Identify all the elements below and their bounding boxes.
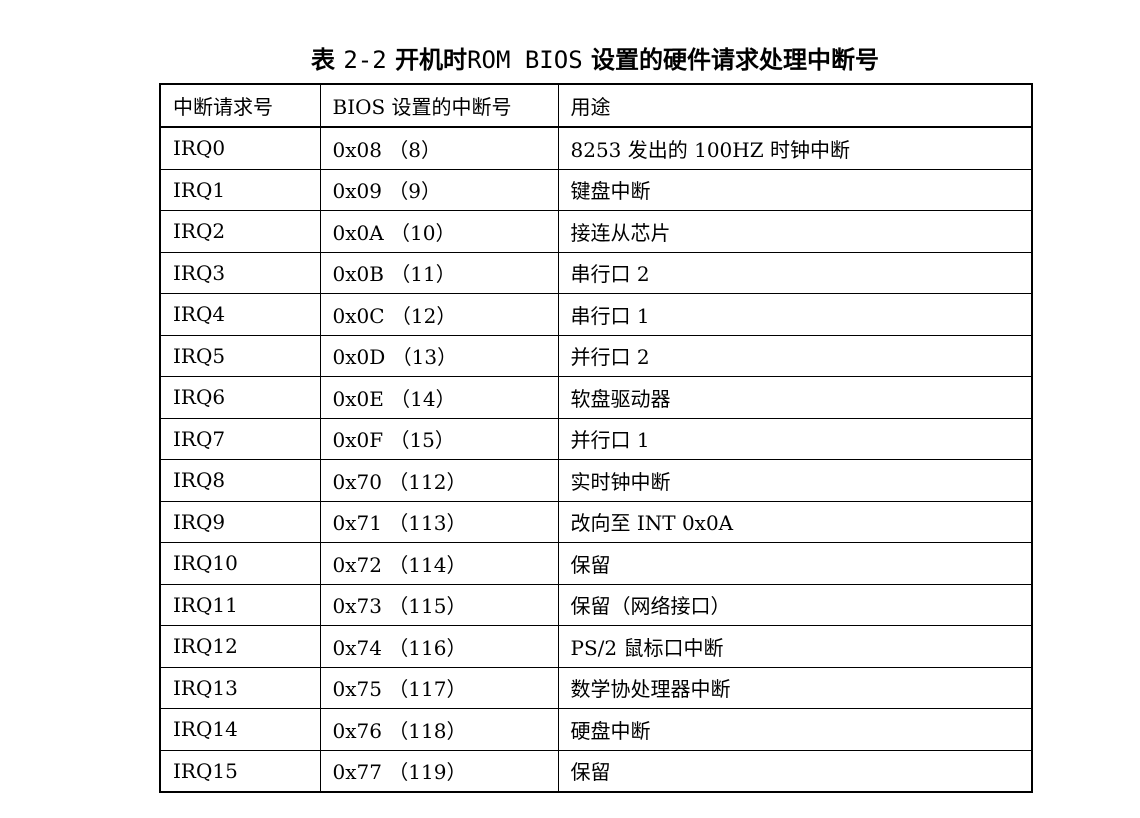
vector-cell: 0x0A （10）: [319, 210, 559, 253]
irq-cell: IRQ11: [159, 583, 321, 626]
vector-cell: 0x71 （113）: [319, 500, 559, 543]
irq-cell: IRQ3: [159, 251, 321, 294]
irq-cell: IRQ8: [159, 459, 321, 502]
irq-cell: IRQ13: [159, 666, 321, 709]
usage-cell: 保留（网络接口）: [557, 583, 1033, 626]
vector-cell: 0x75 （117）: [319, 666, 559, 709]
vector-cell: 0x76 （118）: [319, 708, 559, 751]
vector-cell: 0x70 （112）: [319, 459, 559, 502]
caption-number: 2-2: [343, 46, 387, 74]
usage-cell: 保留: [557, 542, 1033, 585]
vector-cell: 0x77 （119）: [319, 749, 559, 793]
table-row: IRQ11 0x73 （115） 保留（网络接口）: [159, 583, 1033, 626]
caption-part1: 开机时: [395, 46, 468, 74]
vector-cell: 0x72 （114）: [319, 542, 559, 585]
header-usage: 用途: [557, 83, 1033, 128]
irq-cell: IRQ0: [159, 126, 321, 170]
header-row: 中断请求号 BIOS 设置的中断号 用途: [159, 83, 1033, 128]
header-irq: 中断请求号: [159, 83, 321, 128]
table-header: 中断请求号 BIOS 设置的中断号 用途: [159, 83, 1033, 128]
table-body: IRQ0 0x08 （8） 8253 发出的 100HZ 时钟中断 IRQ1 0x09 …: [159, 126, 1033, 793]
table-row: IRQ3 0x0B （11） 串行口 2: [159, 251, 1033, 294]
table-row: IRQ14 0x76 （118） 硬盘中断: [159, 708, 1033, 751]
usage-cell: 键盘中断: [557, 168, 1033, 211]
caption-prefix: 表: [310, 46, 335, 74]
header-bios-vector: BIOS 设置的中断号: [319, 83, 559, 128]
vector-cell: 0x73 （115）: [319, 583, 559, 626]
usage-cell: 接连从芯片: [557, 210, 1033, 253]
caption-part2: 设置的硬件请求处理中断号: [591, 46, 880, 74]
table-row: IRQ10 0x72 （114） 保留: [159, 542, 1033, 585]
usage-cell: 软盘驱动器: [557, 376, 1033, 419]
irq-cell: IRQ5: [159, 334, 321, 377]
table-row: IRQ0 0x08 （8） 8253 发出的 100HZ 时钟中断: [159, 126, 1033, 170]
irq-cell: IRQ6: [159, 376, 321, 419]
table-row: IRQ13 0x75 （117） 数学协处理器中断: [159, 666, 1033, 709]
irq-cell: IRQ4: [159, 293, 321, 336]
table-row: IRQ15 0x77 （119） 保留: [159, 749, 1033, 793]
vector-cell: 0x08 （8）: [319, 126, 559, 170]
usage-cell: 实时钟中断: [557, 459, 1033, 502]
table-caption: 表 2-2 开机时ROM BIOS 设置的硬件请求处理中断号: [160, 42, 1030, 78]
table-row: IRQ7 0x0F （15） 并行口 1: [159, 417, 1033, 460]
table-row: IRQ6 0x0E （14） 软盘驱动器: [159, 376, 1033, 419]
table-row: IRQ4 0x0C （12） 串行口 1: [159, 293, 1033, 336]
table-row: IRQ9 0x71 （113） 改向至 INT 0x0A: [159, 500, 1033, 543]
vector-cell: 0x0C （12）: [319, 293, 559, 336]
usage-cell: 改向至 INT 0x0A: [557, 500, 1033, 543]
irq-cell: IRQ10: [159, 542, 321, 585]
usage-cell: 保留: [557, 749, 1033, 793]
vector-cell: 0x0E （14）: [319, 376, 559, 419]
usage-cell: 并行口 1: [557, 417, 1033, 460]
vector-cell: 0x09 （9）: [319, 168, 559, 211]
table-row: IRQ2 0x0A （10） 接连从芯片: [159, 210, 1033, 253]
irq-table: 中断请求号 BIOS 设置的中断号 用途 IRQ0 0x08 （8） 8253 发出…: [159, 83, 1033, 793]
irq-cell: IRQ15: [159, 749, 321, 793]
usage-cell: 并行口 2: [557, 334, 1033, 377]
table-row: IRQ8 0x70 （112） 实时钟中断: [159, 459, 1033, 502]
vector-cell: 0x74 （116）: [319, 625, 559, 668]
irq-cell: IRQ2: [159, 210, 321, 253]
irq-cell: IRQ9: [159, 500, 321, 543]
table-row: IRQ5 0x0D （13） 并行口 2: [159, 334, 1033, 377]
irq-cell: IRQ1: [159, 168, 321, 211]
usage-cell: 串行口 1: [557, 293, 1033, 336]
caption-rom-bios: ROM BIOS: [467, 46, 583, 74]
vector-cell: 0x0F （15）: [319, 417, 559, 460]
irq-cell: IRQ12: [159, 625, 321, 668]
usage-cell: PS/2 鼠标口中断: [557, 625, 1033, 668]
vector-cell: 0x0D （13）: [319, 334, 559, 377]
irq-cell: IRQ14: [159, 708, 321, 751]
usage-cell: 数学协处理器中断: [557, 666, 1033, 709]
vector-cell: 0x0B （11）: [319, 251, 559, 294]
table-row: IRQ1 0x09 （9） 键盘中断: [159, 168, 1033, 211]
usage-cell: 串行口 2: [557, 251, 1033, 294]
irq-cell: IRQ7: [159, 417, 321, 460]
table-row: IRQ12 0x74 （116） PS/2 鼠标口中断: [159, 625, 1033, 668]
usage-cell: 8253 发出的 100HZ 时钟中断: [557, 126, 1033, 170]
usage-cell: 硬盘中断: [557, 708, 1033, 751]
